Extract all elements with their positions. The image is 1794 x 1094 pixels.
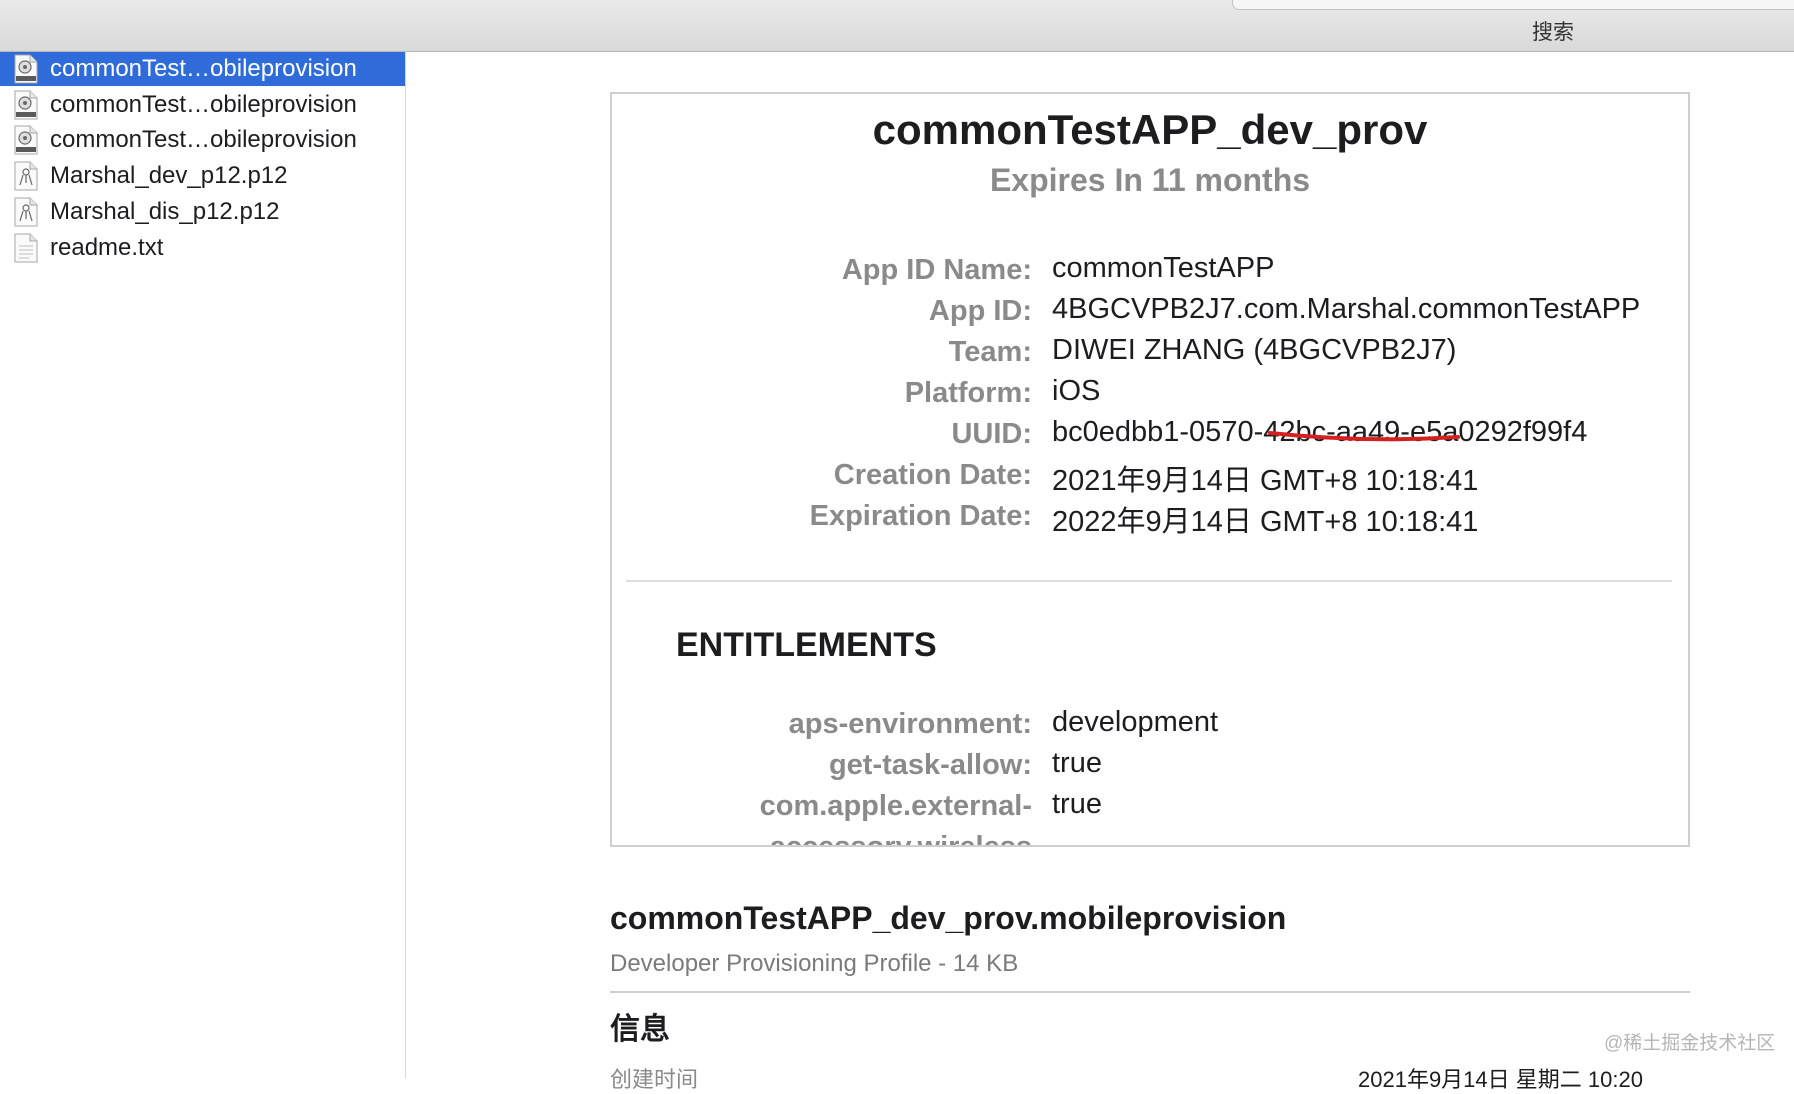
detail-row: Expiration Date: 2022年9月14日 GMT+8 10:18:4… bbox=[612, 500, 1688, 540]
entitlement-row: accessory.wireless bbox=[612, 831, 1688, 847]
entitlement-row: com.apple.external-true bbox=[612, 788, 1688, 830]
profile-title: commonTestAPP_dev_prov bbox=[872, 106, 1428, 153]
detail-row: Team: DIWEI ZHANG (4BGCVPB2J7) bbox=[612, 334, 1688, 376]
detail-label: Platform: bbox=[904, 377, 1032, 409]
file-item[interactable]: commonTest…obileprovision bbox=[0, 88, 405, 122]
file-item[interactable]: readme.txt bbox=[0, 231, 405, 265]
search-label[interactable]: 搜索 bbox=[1532, 16, 1574, 46]
file-item[interactable]: Marshal_dev_p12.p12 bbox=[0, 159, 405, 193]
file-name: Marshal_dis_p12.p12 bbox=[50, 197, 280, 225]
file-name-heading: commonTestAPP_dev_prov.mobileprovision bbox=[610, 900, 1287, 936]
file-name: commonTest…obileprovision bbox=[50, 90, 357, 118]
provisioning-profile-icon bbox=[14, 125, 38, 155]
file-name: commonTest…obileprovision bbox=[50, 55, 357, 82]
detail-label: UUID: bbox=[951, 418, 1032, 450]
detail-value: 2022年9月14日 GMT+8 10:18:41 bbox=[1052, 506, 1479, 538]
watermark: @稀土掘金技术社区 bbox=[1604, 1033, 1776, 1054]
entitlement-label: get-task-allow: bbox=[828, 749, 1032, 781]
info-divider bbox=[610, 991, 1690, 993]
detail-row: Platform: iOS bbox=[612, 375, 1688, 417]
preview-divider bbox=[626, 580, 1672, 582]
file-name: commonTest…obileprovision bbox=[50, 126, 357, 154]
file-item[interactable]: Marshal_dis_p12.p12 bbox=[0, 195, 405, 229]
file-item[interactable]: commonTest…obileprovision bbox=[0, 123, 405, 157]
detail-value: DIWEI ZHANG (4BGCVPB2J7) bbox=[1052, 334, 1457, 366]
detail-label: Expiration Date: bbox=[809, 500, 1032, 532]
file-name: Marshal_dev_p12.p12 bbox=[50, 162, 288, 190]
info-section-heading: 信息 bbox=[610, 1013, 670, 1046]
detail-label: App ID: bbox=[928, 295, 1032, 327]
entitlements-heading: ENTITLEMENTS bbox=[676, 626, 937, 664]
entitlement-value: true bbox=[1052, 788, 1102, 820]
profile-preview: commonTestAPP_dev_prov Expires In 11 mon… bbox=[610, 92, 1690, 847]
certificate-file-icon bbox=[14, 161, 38, 191]
detail-value: iOS bbox=[1052, 375, 1101, 407]
provisioning-profile-icon bbox=[14, 54, 38, 84]
provisioning-profile-icon bbox=[14, 90, 38, 120]
detail-value: commonTestAPP bbox=[1052, 252, 1275, 284]
file-kind-size: Developer Provisioning Profile - 14 KB bbox=[610, 950, 1019, 977]
detail-row: App ID Name: commonTestAPP bbox=[612, 252, 1688, 294]
entitlement-value: true bbox=[1052, 747, 1102, 779]
entitlement-row: aps-environment: development bbox=[612, 706, 1688, 748]
file-sidebar: commonTest…obileprovision commonTest…obil… bbox=[0, 52, 406, 1078]
created-label: 创建时间 bbox=[610, 1067, 699, 1092]
search-field[interactable] bbox=[1232, 0, 1794, 10]
detail-value: 4BGCVPB2J7.com.Marshal.commonTestAPP bbox=[1052, 293, 1641, 325]
file-item[interactable]: commonTest…obileprovision bbox=[0, 52, 405, 86]
file-name: readme.txt bbox=[50, 233, 164, 261]
detail-value: 2021年9月14日 GMT+8 10:18:41 bbox=[1052, 465, 1479, 497]
entitlement-label: com.apple.external- bbox=[759, 790, 1032, 822]
certificate-file-icon bbox=[14, 197, 38, 227]
detail-row: UUID: bc0edbb1-0570-42bc-aa49-e5a0292f99f… bbox=[612, 416, 1688, 458]
toolbar: 搜索 bbox=[0, 0, 1794, 52]
detail-row: App ID: 4BGCVPB2J7.com.Marshal.commonTest… bbox=[612, 293, 1688, 335]
entitlement-label: aps-environment: bbox=[788, 708, 1032, 740]
detail-label: App ID Name: bbox=[841, 254, 1032, 286]
detail-label: Team: bbox=[948, 336, 1032, 368]
detail-row: Creation Date: 2021年9月14日 GMT+8 10:18:41 bbox=[612, 459, 1688, 499]
text-file-icon bbox=[14, 233, 38, 263]
entitlement-row: get-task-allow: true bbox=[612, 747, 1688, 789]
created-value: 2021年9月14日 星期二 10:20 bbox=[1358, 1067, 1643, 1092]
entitlement-label: accessory.wireless bbox=[769, 831, 1032, 847]
profile-expiry: Expires In 11 months bbox=[989, 162, 1311, 198]
entitlement-value: development bbox=[1052, 706, 1219, 738]
team-id-underline-annotation bbox=[1268, 431, 1460, 442]
detail-label: Creation Date: bbox=[833, 459, 1032, 491]
